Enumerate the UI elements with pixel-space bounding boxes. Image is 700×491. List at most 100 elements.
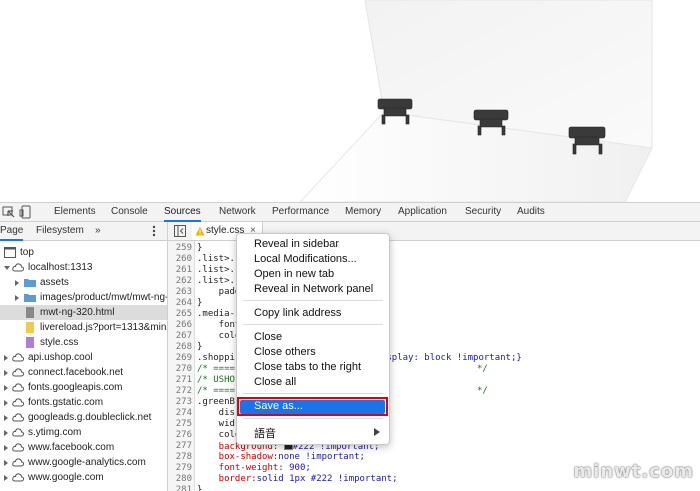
code-head: colo bbox=[197, 331, 241, 341]
stylesheet-file-icon bbox=[26, 337, 34, 348]
code-text: box-shadow:none !important; bbox=[197, 452, 365, 463]
code-text: .list>. bbox=[197, 254, 235, 265]
code-head: .media- bbox=[197, 309, 235, 319]
code-text: dis bbox=[197, 408, 235, 419]
menu-separator bbox=[243, 324, 383, 325]
tab-performance[interactable]: Performance bbox=[272, 203, 329, 221]
warning-icon bbox=[195, 226, 205, 236]
tab-network[interactable]: Network bbox=[219, 203, 256, 221]
nav-tab-page[interactable]: Page bbox=[0, 222, 24, 241]
code-text: } bbox=[197, 485, 202, 491]
tab-security[interactable]: Security bbox=[465, 203, 501, 221]
inspect-element-icon[interactable] bbox=[2, 205, 16, 219]
code-tail: */ bbox=[476, 364, 488, 374]
tree-item-assets[interactable]: assets bbox=[0, 275, 167, 290]
tab-audits[interactable]: Audits bbox=[517, 203, 545, 221]
code-text: .list>. bbox=[197, 265, 235, 276]
tab-application[interactable]: Application bbox=[398, 203, 447, 221]
code-head: font-weight: bbox=[197, 463, 290, 473]
menu-item-reveal-in-network[interactable]: Reveal in Network panel bbox=[254, 283, 373, 295]
code-head: dis bbox=[197, 408, 235, 418]
code-text: } bbox=[197, 243, 202, 254]
tree-item-domain[interactable]: www.google.com bbox=[0, 470, 167, 485]
tree-item-domain[interactable]: googleads.g.doubleclick.net bbox=[0, 410, 167, 425]
line-number: 267 bbox=[175, 331, 192, 341]
menu-item-close-others[interactable]: Close others bbox=[254, 346, 316, 358]
tree-item-domain[interactable]: connect.facebook.net bbox=[0, 365, 167, 380]
tree-item-domain[interactable]: fonts.gstatic.com bbox=[0, 395, 167, 410]
tree-item-livereload[interactable]: livereload.js?port=1313&mindelay bbox=[0, 320, 167, 335]
tree-item-images[interactable]: images/product/mwt/mwt-ng-320 bbox=[0, 290, 167, 305]
line-number: 268 bbox=[175, 342, 192, 352]
expand-right-icon[interactable] bbox=[4, 475, 8, 481]
watermark: minwt.com bbox=[573, 461, 694, 482]
expand-right-icon[interactable] bbox=[4, 370, 8, 376]
device-toolbar-icon[interactable] bbox=[19, 205, 33, 219]
expand-right-icon[interactable] bbox=[4, 355, 8, 361]
tree-item-domain[interactable]: www.google-analytics.com bbox=[0, 455, 167, 470]
code-text: .list>. bbox=[197, 276, 235, 287]
expand-right-icon[interactable] bbox=[4, 415, 8, 421]
code-head: font bbox=[197, 320, 241, 330]
cloud-icon bbox=[12, 383, 24, 392]
code-tail: isplay: block !important;} bbox=[380, 353, 522, 363]
line-number: 277 bbox=[175, 441, 192, 451]
code-tail: */ bbox=[476, 386, 488, 396]
nav-tab-filesystem[interactable]: Filesystem bbox=[36, 222, 84, 240]
frame-icon bbox=[4, 247, 16, 258]
menu-item-copy-link-address[interactable]: Copy link address bbox=[254, 307, 341, 319]
tab-console[interactable]: Console bbox=[111, 203, 148, 221]
tree-item-domain[interactable]: www.facebook.com bbox=[0, 440, 167, 455]
cloud-icon bbox=[12, 473, 24, 482]
menu-item-open-in-new-tab[interactable]: Open in new tab bbox=[254, 268, 334, 280]
expand-right-icon[interactable] bbox=[4, 385, 8, 391]
line-number: 269 bbox=[175, 353, 192, 363]
cloud-icon bbox=[12, 353, 24, 362]
tree-item-domain[interactable]: s.ytimg.com bbox=[0, 425, 167, 440]
expand-right-icon[interactable] bbox=[4, 400, 8, 406]
menu-item-speech[interactable]: 語音 bbox=[254, 425, 276, 441]
expand-right-icon[interactable] bbox=[4, 460, 8, 466]
expand-right-icon[interactable] bbox=[15, 280, 19, 286]
expand-right-icon[interactable] bbox=[4, 445, 8, 451]
tab-sources[interactable]: Sources bbox=[164, 203, 201, 222]
cloud-icon bbox=[12, 263, 24, 272]
menu-item-close-tabs-right[interactable]: Close tabs to the right bbox=[254, 361, 361, 373]
code-head: } bbox=[197, 298, 203, 308]
menu-item-close[interactable]: Close bbox=[254, 331, 282, 343]
code-head: /* ==== bbox=[197, 386, 235, 396]
code-head: /* ==== bbox=[197, 364, 235, 374]
line-number: 276 bbox=[175, 430, 192, 440]
line-number: 278 bbox=[175, 452, 192, 462]
context-menu: Reveal in sidebar Local Modifications...… bbox=[236, 233, 390, 445]
line-number: 275 bbox=[175, 419, 192, 429]
tree-item-style-css[interactable]: style.css bbox=[0, 335, 167, 350]
tree-item-domain[interactable]: fonts.googleapis.com bbox=[0, 380, 167, 395]
tree-item-localhost[interactable]: localhost:1313 bbox=[0, 260, 167, 275]
code-text: .media- bbox=[197, 309, 235, 320]
kebab-menu-icon[interactable] bbox=[150, 224, 158, 238]
more-tabs-icon[interactable]: » bbox=[95, 222, 101, 240]
menu-item-close-all[interactable]: Close all bbox=[254, 376, 296, 388]
line-number: 261 bbox=[175, 265, 192, 275]
line-number: 263 bbox=[175, 287, 192, 297]
code-text: /* USHO bbox=[197, 375, 235, 386]
line-number: 259 bbox=[175, 243, 192, 253]
tab-elements[interactable]: Elements bbox=[54, 203, 96, 221]
expand-right-icon[interactable] bbox=[15, 295, 19, 301]
submenu-arrow-icon bbox=[374, 428, 380, 436]
menu-item-reveal-in-sidebar[interactable]: Reveal in sidebar bbox=[254, 238, 339, 250]
expand-right-icon[interactable] bbox=[4, 430, 8, 436]
code-text: padd bbox=[197, 287, 241, 298]
code-head: border: bbox=[197, 474, 257, 484]
line-number: 266 bbox=[175, 320, 192, 330]
expand-down-icon[interactable] bbox=[4, 266, 10, 270]
sources-navigator: Page Filesystem » top localhost:1313 ass… bbox=[0, 222, 168, 491]
toggle-navigator-icon[interactable] bbox=[174, 225, 186, 237]
code-head: wid bbox=[197, 419, 235, 429]
tree-item-html-file[interactable]: mwt-ng-320.html bbox=[0, 305, 167, 320]
tree-item-top[interactable]: top bbox=[0, 245, 167, 260]
menu-item-local-modifications[interactable]: Local Modifications... bbox=[254, 253, 357, 265]
tree-item-domain[interactable]: api.ushop.cool bbox=[0, 350, 167, 365]
tab-memory[interactable]: Memory bbox=[345, 203, 381, 221]
